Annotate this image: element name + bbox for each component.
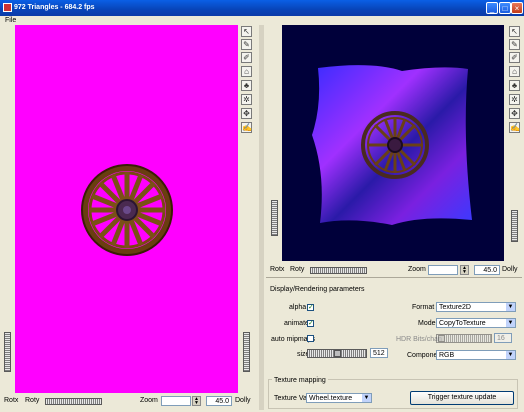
- house-icon[interactable]: ⌂: [509, 66, 520, 77]
- left-roty-label: Roty: [25, 397, 40, 404]
- chevron-down-icon: ▼: [506, 319, 515, 327]
- paint-icon[interactable]: ✍: [509, 122, 520, 133]
- animate-checkbox[interactable]: ✓: [307, 320, 314, 327]
- pen-icon[interactable]: ✎: [241, 39, 252, 50]
- left-zoom-slider-track[interactable]: [161, 396, 191, 406]
- left-toolbar: ↖ ✎ ✐ ⌂ ♣ ✲ ✥ ✍: [241, 26, 254, 136]
- right-roty-label: Roty: [290, 266, 305, 273]
- params-header: Display/Rendering parameters: [270, 286, 365, 293]
- mesh-icon[interactable]: ✲: [509, 94, 520, 105]
- window-title: 972 Triangles - 684.2 fps: [14, 4, 95, 11]
- title-bar: 972 Triangles - 684.2 fps: [0, 0, 524, 16]
- left-zoom-spinner[interactable]: ▲ ▼: [192, 396, 201, 406]
- hdr-value[interactable]: 16: [494, 333, 512, 343]
- chevron-down-icon: ▼: [362, 394, 371, 402]
- texture-dropdown[interactable]: Wheel.texture ▼: [306, 393, 372, 403]
- chevron-down-icon: ▼: [506, 303, 515, 311]
- auto-mipmaps-checkbox[interactable]: [307, 335, 314, 342]
- format-label: Format: [412, 304, 435, 311]
- format-value: Texture2D: [439, 304, 471, 311]
- minimize-button[interactable]: _: [486, 2, 498, 14]
- pen-icon[interactable]: ✎: [509, 39, 520, 50]
- mode-dropdown[interactable]: CopyToTexture ▼: [436, 318, 516, 328]
- right-zoom-slider-track[interactable]: [428, 265, 458, 275]
- right-zoom-value[interactable]: 45.0: [474, 265, 500, 275]
- pointer-icon[interactable]: ↖: [241, 26, 252, 37]
- menu-file[interactable]: File: [5, 17, 16, 24]
- right-dolly-label: Dolly: [502, 266, 518, 273]
- mesh-icon[interactable]: ✲: [241, 94, 252, 105]
- size-value[interactable]: 512: [370, 348, 388, 358]
- pointer-icon[interactable]: ↖: [509, 26, 520, 37]
- right-viewport[interactable]: [282, 25, 504, 261]
- chevron-down-icon: ▼: [506, 351, 515, 359]
- component-value: RGB: [439, 352, 455, 359]
- menu-bar: File: [0, 16, 524, 25]
- left-roty-slider[interactable]: [45, 398, 102, 405]
- left-dolly-slider[interactable]: [243, 332, 250, 372]
- format-dropdown[interactable]: Texture2D ▼: [436, 302, 516, 312]
- trigger-update-button[interactable]: Trigger texture update: [410, 391, 514, 405]
- flag-right: [312, 65, 472, 225]
- right-zoom-spinner[interactable]: ▲ ▼: [460, 265, 469, 275]
- trees-icon[interactable]: ♣: [509, 80, 520, 91]
- right-rotx-label: Rotx: [270, 266, 285, 273]
- left-zoom-value[interactable]: 45.0: [206, 396, 232, 406]
- left-vertical-slider[interactable]: [4, 332, 11, 372]
- hdr-slider-thumb[interactable]: [438, 335, 445, 342]
- left-rotx-label: Rotx: [4, 397, 19, 404]
- animate-label: animate: [284, 320, 309, 327]
- group-label: Texture mapping: [272, 377, 328, 384]
- splitter[interactable]: [259, 25, 264, 410]
- alpha-checkbox[interactable]: ✓: [307, 304, 314, 311]
- left-dolly-label: Dolly: [235, 397, 251, 404]
- size-slider[interactable]: [307, 349, 367, 358]
- right-vertical-slider[interactable]: [271, 200, 278, 236]
- house-icon[interactable]: ⌂: [241, 66, 252, 77]
- right-dolly-slider[interactable]: [511, 210, 518, 242]
- hdr-slider[interactable]: [436, 334, 492, 343]
- trees-icon[interactable]: ♣: [241, 80, 252, 91]
- divider: [266, 277, 522, 278]
- brush-icon[interactable]: ✐: [509, 52, 520, 63]
- maximize-button[interactable]: □: [499, 2, 511, 14]
- size-slider-thumb[interactable]: [334, 350, 341, 357]
- mode-label: Mode: [418, 320, 436, 327]
- brush-icon[interactable]: ✐: [241, 52, 252, 63]
- app-icon: [3, 3, 12, 12]
- close-button[interactable]: ×: [511, 2, 523, 14]
- move-icon[interactable]: ✥: [241, 108, 252, 119]
- left-zoom-label: Zoom: [140, 397, 158, 404]
- texture-value: Wheel.texture: [309, 395, 353, 402]
- right-roty-slider[interactable]: [310, 267, 367, 274]
- right-toolbar: ↖ ✎ ✐ ⌂ ♣ ✲ ✥ ✍: [509, 26, 522, 136]
- move-icon[interactable]: ✥: [509, 108, 520, 119]
- paint-icon[interactable]: ✍: [241, 122, 252, 133]
- wheel-left: [81, 164, 173, 256]
- alpha-label: alpha: [289, 304, 307, 311]
- mode-value: CopyToTexture: [439, 320, 486, 327]
- right-zoom-label: Zoom: [408, 266, 426, 273]
- left-viewport[interactable]: [15, 25, 238, 393]
- component-dropdown[interactable]: RGB ▼: [436, 350, 516, 360]
